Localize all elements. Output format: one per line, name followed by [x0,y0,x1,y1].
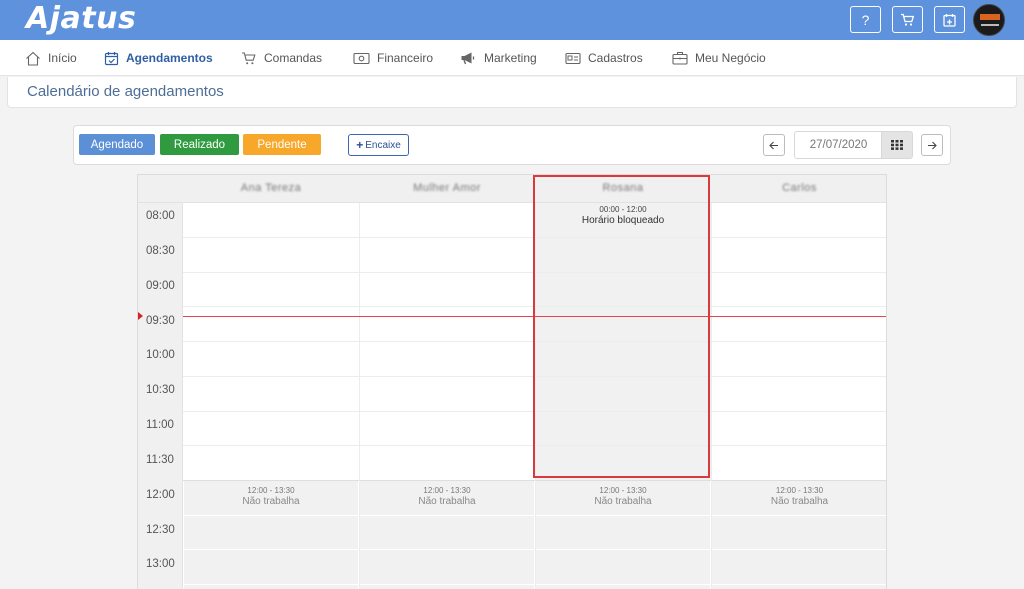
nav-item-label: Marketing [484,51,537,65]
current-time-marker [138,312,143,320]
previous-day-button[interactable] [763,134,785,156]
calendar-header: Ana Tereza Mulher Amor Rosana Carlos [138,175,886,203]
encaixe-label: Encaixe [365,139,401,151]
page-title: Calendário de agendamentos [27,83,224,100]
nav-item-label: Cadastros [588,51,643,65]
day-calendar: Ana Tereza Mulher Amor Rosana Carlos 08:… [137,174,887,589]
time-label: 11:00 [146,419,174,431]
legend-agendado: Agendado [79,134,155,155]
column-divider [711,203,712,589]
time-label: 12:30 [146,524,175,536]
app-logo[interactable]: Ajatus [26,1,136,36]
lunch-range: 12:00 - 13:30 [423,486,471,495]
encaixe-button[interactable]: + Encaixe [348,134,409,156]
calendar-plus-icon [943,13,956,27]
date-input[interactable]: 27/07/2020 [794,131,882,159]
nav-item-label: Financeiro [377,51,434,65]
blocked-time-label: Horário bloqueado [581,215,665,226]
help-button[interactable]: ? [850,6,881,33]
nav-item-cadastros[interactable]: Cadastros [565,40,643,76]
legend-pendente: Pendente [243,134,321,155]
new-appointment-button[interactable] [934,6,965,33]
arrow-left-icon [769,141,778,149]
blocked-time-range: 00:00 - 12:00 [599,205,647,214]
page-title-box: Calendário de agendamentos [7,77,1017,108]
nav-item-financeiro[interactable]: Financeiro [353,40,433,76]
help-label: ? [861,11,870,28]
calendar-check-icon [104,51,119,65]
nav-item-comandas[interactable]: Comandas [241,40,322,76]
current-time-line [183,316,886,317]
column-header-professional-4: Carlos [782,182,817,194]
time-label: 12:00 [146,489,175,501]
id-card-icon [565,52,581,64]
column-header-professional-1: Ana Tereza [240,182,302,194]
lunch-break-slot[interactable]: 12:00 - 13:30 Não trabalha [536,480,710,589]
legend-realizado: Realizado [160,134,239,155]
nav-item-label: Comandas [264,51,323,65]
home-icon [26,51,40,66]
column-divider [359,203,360,589]
lunch-label: Não trabalha [770,496,829,507]
time-label: 10:30 [146,384,175,396]
lunch-break-slot[interactable]: 12:00 - 13:30 Não trabalha [184,480,358,589]
time-label: 08:00 [146,210,175,222]
nav-item-agendamentos[interactable]: Agendamentos [104,40,213,76]
time-label: 09:30 [146,315,175,327]
column-header-professional-2: Mulher Amor [413,182,481,194]
money-icon [353,52,370,64]
lunch-break-slot[interactable]: 12:00 - 13:30 Não trabalha [712,480,886,589]
time-label: 13:00 [146,558,175,570]
main-nav: Início Agendamentos Comandas Financeiro … [0,40,1024,76]
cart-icon [901,13,915,26]
nav-item-inicio[interactable]: Início [25,40,77,76]
calendar-picker-button[interactable] [881,131,913,159]
nav-item-label: Agendamentos [126,51,213,65]
nav-item-marketing[interactable]: Marketing [460,40,537,76]
time-column: 08:00 08:30 09:00 09:30 10:00 10:30 11:0… [138,203,183,589]
time-label: 08:30 [146,245,175,257]
lunch-label: Não trabalha [594,496,652,507]
lunch-range: 12:00 - 13:30 [775,486,824,495]
cart-button[interactable] [892,6,923,33]
avatar-logo-mark [980,14,1000,20]
briefcase-icon [672,51,688,65]
nav-item-label: Meu Negócio [695,51,766,65]
next-day-button[interactable] [921,134,943,156]
avatar-logo-text [981,24,999,26]
lunch-label: Não trabalha [418,496,476,507]
time-label: 11:30 [146,454,174,466]
time-label: 09:00 [146,280,175,292]
time-label: 10:00 [146,349,175,361]
lunch-range: 12:00 - 13:30 [247,486,295,495]
cart-icon [242,51,256,64]
top-bar: Ajatus ? [0,0,1024,40]
plus-icon: + [356,138,364,152]
megaphone-icon [461,52,475,65]
lunch-break-slot[interactable]: 12:00 - 13:30 Não trabalha [360,480,534,589]
grid-icon [891,140,903,150]
lunch-range: 12:00 - 13:30 [599,486,647,495]
column-header-professional-3: Rosana [602,182,644,194]
user-avatar[interactable] [973,4,1005,36]
column-divider [535,203,536,589]
calendar-toolbar: Agendado Realizado Pendente + Encaixe 27… [73,125,951,165]
lunch-label: Não trabalha [242,496,300,507]
nav-item-meu-negocio[interactable]: Meu Negócio [672,40,766,76]
arrow-right-icon [928,141,937,149]
nav-item-label: Início [48,51,77,65]
